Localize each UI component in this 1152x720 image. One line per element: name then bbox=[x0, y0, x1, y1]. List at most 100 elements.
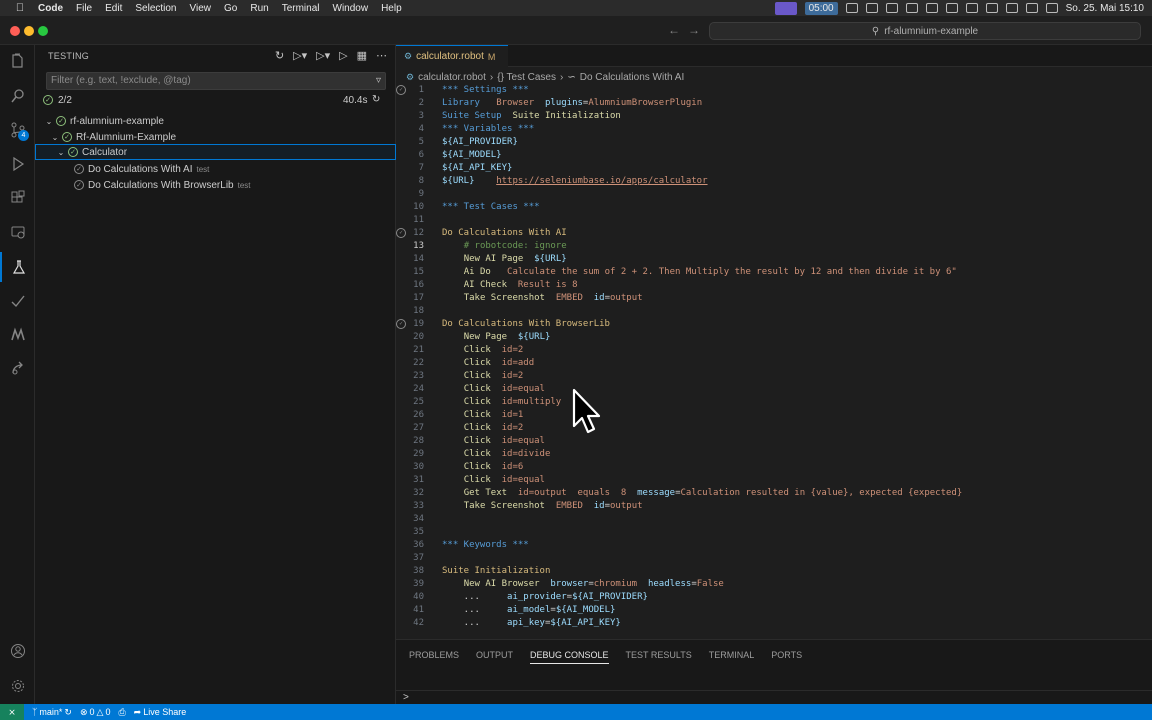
code-line[interactable]: 35 bbox=[396, 526, 1152, 539]
tree-item-workspace[interactable]: ⌄ ✓ rf-alumnium-example bbox=[35, 113, 396, 129]
code-line[interactable]: 10 *** Test Cases *** bbox=[396, 201, 1152, 214]
status-icon[interactable] bbox=[945, 3, 958, 13]
live-share-status[interactable]: ➦ Live Share bbox=[134, 707, 187, 718]
code-line[interactable]: 21 Click id=2 bbox=[396, 344, 1152, 357]
tab-problems[interactable]: PROBLEMS bbox=[409, 650, 459, 664]
remote-indicator-icon[interactable]: ⨯ bbox=[0, 704, 24, 720]
chevron-down-icon[interactable]: ⌄ bbox=[56, 148, 66, 157]
m-extension-icon[interactable] bbox=[0, 320, 35, 350]
status-icon[interactable] bbox=[845, 3, 858, 13]
extensions-icon[interactable] bbox=[0, 183, 35, 213]
problems-status[interactable]: ⊗ 0 △ 0 bbox=[80, 707, 111, 718]
status-icon[interactable] bbox=[905, 3, 918, 13]
test-filter-input[interactable]: Filter (e.g. text, !exclude, @tag) ▿ bbox=[46, 72, 386, 90]
control-center-icon[interactable] bbox=[1045, 3, 1058, 13]
live-share-icon[interactable] bbox=[0, 354, 35, 384]
nav-forward-icon[interactable]: → bbox=[688, 23, 700, 37]
code-line[interactable]: 36 *** Keywords *** bbox=[396, 539, 1152, 552]
branch-status[interactable]: ᛉ main* ↻ bbox=[32, 707, 72, 718]
code-line[interactable]: 7 ${AI_API_KEY} bbox=[396, 162, 1152, 175]
code-line[interactable]: 3 Suite Setup Suite Initialization bbox=[396, 110, 1152, 123]
editor-tab-calculator[interactable]: ⚙ calculator.robot M bbox=[396, 45, 508, 67]
code-line[interactable]: 39 New AI Browser browser=chromium headl… bbox=[396, 578, 1152, 591]
wifi-icon[interactable] bbox=[985, 3, 998, 13]
menu-edit[interactable]: Edit bbox=[105, 3, 122, 14]
code-line[interactable]: 28 Click id=equal bbox=[396, 435, 1152, 448]
close-window-button[interactable] bbox=[10, 26, 20, 36]
status-icon[interactable] bbox=[865, 3, 878, 13]
code-line[interactable]: 23 Click id=2 bbox=[396, 370, 1152, 383]
code-line[interactable]: 14 New AI Page ${URL} bbox=[396, 253, 1152, 266]
code-line[interactable]: 42 ... api_key=${AI_API_KEY} bbox=[396, 617, 1152, 630]
refresh-tests-icon[interactable]: ↻ bbox=[275, 49, 284, 62]
apple-icon[interactable]:  bbox=[12, 2, 28, 14]
code-line[interactable]: 27 Click id=2 bbox=[396, 422, 1152, 435]
code-line[interactable]: 6 ${AI_MODEL} bbox=[396, 149, 1152, 162]
filter-funnel-icon[interactable]: ▿ bbox=[376, 73, 381, 89]
battery-icon[interactable] bbox=[965, 3, 978, 13]
search-icon[interactable] bbox=[1025, 3, 1038, 13]
breadcrumb-symbol[interactable]: Do Calculations With AI bbox=[580, 72, 685, 83]
breadcrumb-section[interactable]: {} Test Cases bbox=[497, 72, 556, 83]
chevron-down-icon[interactable]: ⌄ bbox=[50, 133, 60, 142]
code-line[interactable]: 11 bbox=[396, 214, 1152, 227]
menu-terminal[interactable]: Terminal bbox=[282, 3, 320, 14]
code-line[interactable]: 29 Click id=divide bbox=[396, 448, 1152, 461]
settings-gear-icon[interactable] bbox=[0, 671, 35, 701]
breadcrumb-file[interactable]: calculator.robot bbox=[418, 72, 486, 83]
code-line[interactable]: ✓ 19 Do Calculations With BrowserLib bbox=[396, 318, 1152, 331]
code-line[interactable]: 37 bbox=[396, 552, 1152, 565]
nav-back-icon[interactable]: ← bbox=[668, 23, 680, 37]
code-line[interactable]: 38 Suite Initialization bbox=[396, 565, 1152, 578]
code-line[interactable]: ✓ 1 *** Settings *** bbox=[396, 84, 1152, 97]
tab-test-results[interactable]: TEST RESULTS bbox=[626, 650, 692, 664]
code-line[interactable]: 2 Library Browser plugins=AlumniumBrowser… bbox=[396, 97, 1152, 110]
testing-icon[interactable] bbox=[0, 252, 35, 282]
tab-ports[interactable]: PORTS bbox=[771, 650, 802, 664]
debug-tests-icon[interactable]: ▷▾ bbox=[316, 49, 330, 62]
ports-status[interactable]: ⎙ bbox=[118, 707, 125, 718]
menu-go[interactable]: Go bbox=[224, 3, 237, 14]
code-line[interactable]: 34 bbox=[396, 513, 1152, 526]
menu-help[interactable]: Help bbox=[381, 3, 402, 14]
status-icon[interactable] bbox=[885, 3, 898, 13]
code-line[interactable]: 30 Click id=6 bbox=[396, 461, 1152, 474]
menu-window[interactable]: Window bbox=[333, 3, 369, 14]
source-control-icon[interactable]: 4 bbox=[0, 115, 35, 145]
tree-item-calculator[interactable]: ⌄ ✓ Calculator bbox=[35, 144, 396, 160]
tab-output[interactable]: OUTPUT bbox=[476, 650, 513, 664]
tree-item-test-ai[interactable]: ✓ Do Calculations With AI test bbox=[35, 161, 396, 177]
show-output-icon[interactable]: ▦ bbox=[357, 49, 367, 62]
tree-item-suite[interactable]: ⌄ ✓ Rf-Alumnium-Example bbox=[35, 129, 396, 145]
zoom-window-button[interactable] bbox=[38, 26, 48, 36]
timer-badge[interactable]: 05:00 bbox=[804, 1, 838, 15]
code-line[interactable]: 32 Get Text id=output equals 8 message=C… bbox=[396, 487, 1152, 500]
run-debug-icon[interactable] bbox=[0, 149, 35, 179]
code-line[interactable]: 26 Click id=1 bbox=[396, 409, 1152, 422]
code-line[interactable]: 33 Take Screenshot EMBED id=output bbox=[396, 500, 1152, 513]
checkmark-icon[interactable] bbox=[0, 286, 35, 316]
code-line[interactable]: 24 Click id=equal bbox=[396, 383, 1152, 396]
code-line[interactable]: 15 Ai Do Calculate the sum of 2 + 2. The… bbox=[396, 266, 1152, 279]
search-icon[interactable] bbox=[0, 81, 35, 111]
menu-app-name[interactable]: Code bbox=[38, 3, 63, 14]
minimize-window-button[interactable] bbox=[24, 26, 34, 36]
menu-selection[interactable]: Selection bbox=[135, 3, 176, 14]
rerun-icon[interactable]: ↻ bbox=[372, 94, 380, 105]
menu-file[interactable]: File bbox=[76, 3, 92, 14]
tab-terminal[interactable]: TERMINAL bbox=[709, 650, 755, 664]
run-tests-icon[interactable]: ▷▾ bbox=[293, 49, 307, 62]
code-line[interactable]: ✓ 12 Do Calculations With AI bbox=[396, 227, 1152, 240]
code-line[interactable]: 8 ${URL} https://seleniumbase.io/apps/cal… bbox=[396, 175, 1152, 188]
code-line[interactable]: 5 ${AI_PROVIDER} bbox=[396, 136, 1152, 149]
volume-icon[interactable] bbox=[1005, 3, 1018, 13]
more-actions-icon[interactable]: ⋯ bbox=[376, 49, 387, 62]
menu-view[interactable]: View bbox=[190, 3, 212, 14]
tab-debug-console[interactable]: DEBUG CONSOLE bbox=[530, 650, 609, 664]
code-line[interactable]: 4 *** Variables *** bbox=[396, 123, 1152, 136]
coverage-icon[interactable]: ▷ bbox=[339, 49, 347, 62]
menu-run[interactable]: Run bbox=[250, 3, 268, 14]
tree-item-test-browserlib[interactable]: ✓ Do Calculations With BrowserLib test bbox=[35, 177, 396, 193]
code-line[interactable]: 25 Click id=multiply bbox=[396, 396, 1152, 409]
debug-console-input[interactable]: > bbox=[396, 690, 1152, 705]
